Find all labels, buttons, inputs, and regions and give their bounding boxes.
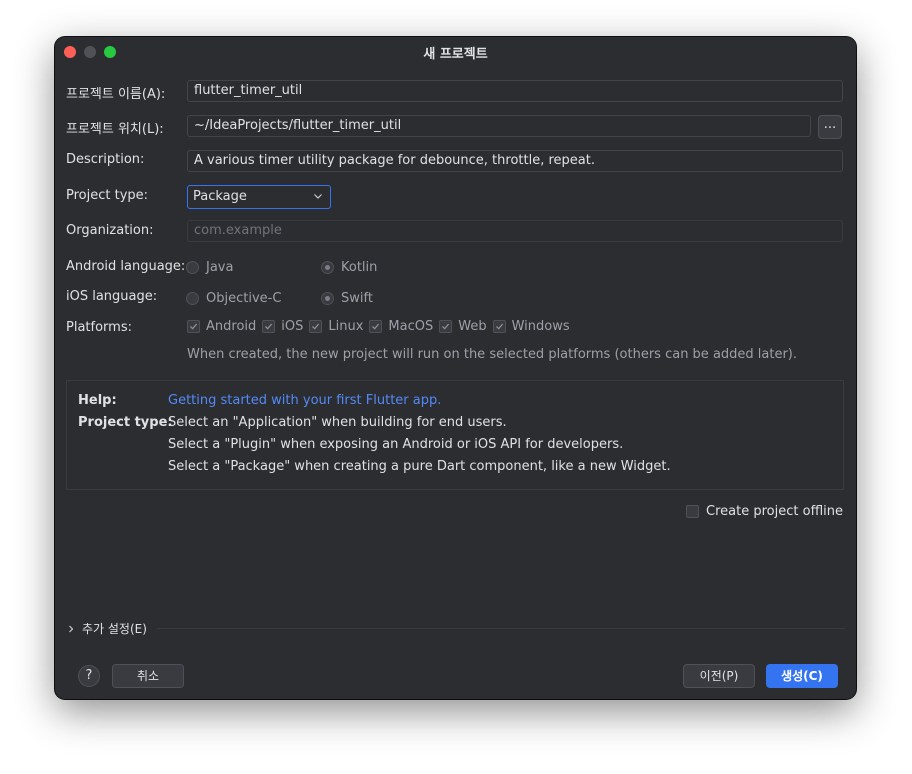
radio-objective-c-label: Objective-C (206, 290, 282, 306)
advanced-settings-label: 추가 설정(E) (82, 622, 147, 636)
radio-kotlin[interactable]: Kotlin (321, 258, 377, 276)
radio-java-circle (186, 260, 199, 274)
platform-macos-checkbox[interactable]: MacOS (369, 319, 433, 334)
project-type-select[interactable]: Package (187, 185, 331, 209)
help-key: Help: (78, 393, 117, 408)
project-type-help-key: Project type: (78, 415, 173, 430)
help-line-plugin: Select a "Plugin" when exposing an Andro… (168, 437, 624, 452)
project-location-field[interactable]: ~/IdeaProjects/flutter_timer_util (187, 115, 811, 137)
cancel-button[interactable]: 취소 (112, 664, 184, 688)
create-button[interactable]: 생성(C) (766, 664, 838, 688)
platform-ios-label: iOS (281, 319, 304, 334)
platform-android-label: Android (206, 319, 257, 334)
browse-location-button[interactable]: ... (818, 115, 842, 139)
platform-web-label: Web (458, 319, 487, 334)
check-icon (439, 320, 453, 333)
project-location-label: 프로젝트 위치(L): (66, 122, 164, 137)
platforms-label: Platforms: (66, 320, 132, 335)
checkbox-box (686, 505, 700, 518)
title-bar: 새 프로젝트 (55, 37, 856, 65)
platforms-checkbox-row: Android iOS Linux MacOS Web Windows (187, 319, 576, 334)
radio-java-label: Java (206, 259, 234, 275)
description-field[interactable]: A various timer utility package for debo… (187, 150, 843, 172)
help-line-package: Select a "Package" when creating a pure … (168, 459, 671, 474)
description-label: Description: (66, 152, 145, 167)
advanced-settings-toggle[interactable]: 추가 설정(E) (66, 620, 147, 637)
platform-android-checkbox[interactable]: Android (187, 319, 256, 334)
check-icon (492, 320, 506, 333)
project-type-value: Package (193, 189, 247, 204)
project-type-label: Project type: (66, 188, 149, 203)
chevron-down-icon (314, 194, 322, 199)
platform-windows-label: Windows (511, 319, 570, 334)
radio-java[interactable]: Java (186, 258, 233, 276)
platform-windows-checkbox[interactable]: Windows (492, 319, 570, 334)
advanced-divider (157, 628, 845, 629)
platform-ios-checkbox[interactable]: iOS (262, 319, 303, 334)
create-offline-label: Create project offline (706, 504, 843, 519)
radio-swift-circle (321, 291, 334, 305)
check-icon (309, 320, 323, 333)
window-title: 새 프로젝트 (423, 47, 488, 62)
help-panel: Help: Getting started with your first Fl… (66, 380, 844, 490)
project-name-field[interactable]: flutter_timer_util (187, 80, 843, 102)
platforms-note: When created, the new project will run o… (187, 347, 798, 362)
platform-linux-checkbox[interactable]: Linux (309, 319, 363, 334)
radio-objective-c[interactable]: Objective-C (186, 289, 281, 307)
help-button[interactable]: ? (78, 665, 100, 687)
create-offline-checkbox[interactable]: Create project offline (686, 504, 843, 519)
radio-swift-label: Swift (341, 290, 373, 306)
previous-button[interactable]: 이전(P) (683, 664, 755, 688)
project-name-label: 프로젝트 이름(A): (66, 87, 166, 102)
help-line-application: Select an "Application" when building fo… (168, 415, 507, 430)
platform-linux-label: Linux (328, 319, 364, 334)
chevron-right-icon (69, 625, 74, 632)
radio-objective-c-circle (186, 291, 199, 305)
platform-web-checkbox[interactable]: Web (439, 319, 487, 334)
organization-label: Organization: (66, 223, 154, 238)
check-icon (369, 320, 383, 333)
radio-kotlin-circle (321, 260, 334, 274)
radio-kotlin-label: Kotlin (341, 259, 378, 275)
android-language-label: Android language: (66, 259, 186, 274)
check-icon (187, 320, 200, 333)
new-project-dialog: 새 프로젝트 프로젝트 이름(A): flutter_timer_util 프로… (55, 37, 856, 699)
getting-started-link[interactable]: Getting started with your first Flutter … (168, 393, 441, 408)
ios-language-label: iOS language: (66, 289, 158, 304)
check-icon (262, 320, 276, 333)
platform-macos-label: MacOS (388, 319, 434, 334)
radio-swift[interactable]: Swift (321, 289, 373, 307)
organization-field[interactable]: com.example (187, 220, 843, 242)
